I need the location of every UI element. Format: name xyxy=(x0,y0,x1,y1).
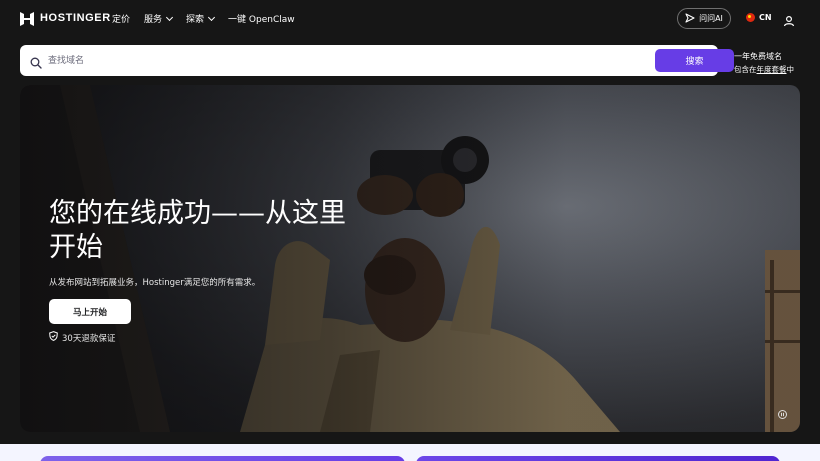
nav-item-explore[interactable]: 探索 xyxy=(186,12,216,25)
feature-card-right[interactable] xyxy=(416,456,780,461)
promo-prefix: 包含在 xyxy=(734,65,757,74)
promo-subtitle: 包含在年度套餐中 xyxy=(734,63,794,76)
search-button[interactable]: 搜索 xyxy=(655,49,734,72)
nav-item-services[interactable]: 服务 xyxy=(144,12,174,25)
domain-search-bar: 搜索 xyxy=(20,45,734,76)
language-code: CN xyxy=(759,13,772,22)
search-icon xyxy=(30,54,42,69)
language-selector[interactable]: CN xyxy=(746,13,772,22)
guarantee-label: 30天退款保证 xyxy=(62,333,116,344)
nav-item-label: 定价 xyxy=(112,15,131,25)
nav-item-label: 探索 xyxy=(186,15,205,25)
chevron-down-icon xyxy=(165,13,174,21)
ask-ai-button[interactable]: 问问AI xyxy=(677,8,731,29)
hero-title: 您的在线成功——从这里开始 xyxy=(49,198,346,263)
get-started-button[interactable]: 马上开始 xyxy=(49,299,131,324)
hero-subtitle: 从发布网站到拓展业务，Hostinger满足您的所有需求。 xyxy=(49,278,261,288)
nav-item-label: 服务 xyxy=(144,15,163,25)
money-back-guarantee: 30天退款保证 xyxy=(49,331,115,344)
nav-links: 定价 服务 探索 一键 OpenClaw xyxy=(112,12,295,25)
nav-item-label: 一键 OpenClaw xyxy=(228,15,295,25)
pause-icon[interactable] xyxy=(778,410,787,419)
logo[interactable]: HOSTINGER xyxy=(20,11,111,26)
brand-name: HOSTINGER xyxy=(40,12,111,24)
china-flag-icon xyxy=(746,13,755,22)
sparkle-icon xyxy=(685,12,695,25)
shield-check-icon xyxy=(49,331,58,344)
free-domain-promo: 一年免费域名 包含在年度套餐中 xyxy=(734,50,794,76)
promo-title: 一年免费域名 xyxy=(734,52,782,61)
hero-banner: 您的在线成功——从这里开始 从发布网站到拓展业务，Hostinger满足您的所有… xyxy=(20,85,800,432)
hostinger-logo-icon xyxy=(20,11,34,26)
annual-plan-link[interactable]: 年度套餐 xyxy=(757,65,787,74)
chevron-down-icon xyxy=(208,13,216,21)
feature-card-left[interactable] xyxy=(40,456,405,461)
top-nav: HOSTINGER 定价 服务 探索 一键 OpenClaw 问问AI CN xyxy=(0,0,820,36)
user-icon[interactable] xyxy=(783,12,795,27)
domain-search-input[interactable] xyxy=(48,51,628,70)
nav-item-pricing[interactable]: 定价 xyxy=(112,12,130,25)
ask-ai-label: 问问AI xyxy=(699,14,723,23)
promo-suffix: 中 xyxy=(786,65,795,74)
nav-item-openclaw[interactable]: 一键 OpenClaw xyxy=(228,12,295,25)
